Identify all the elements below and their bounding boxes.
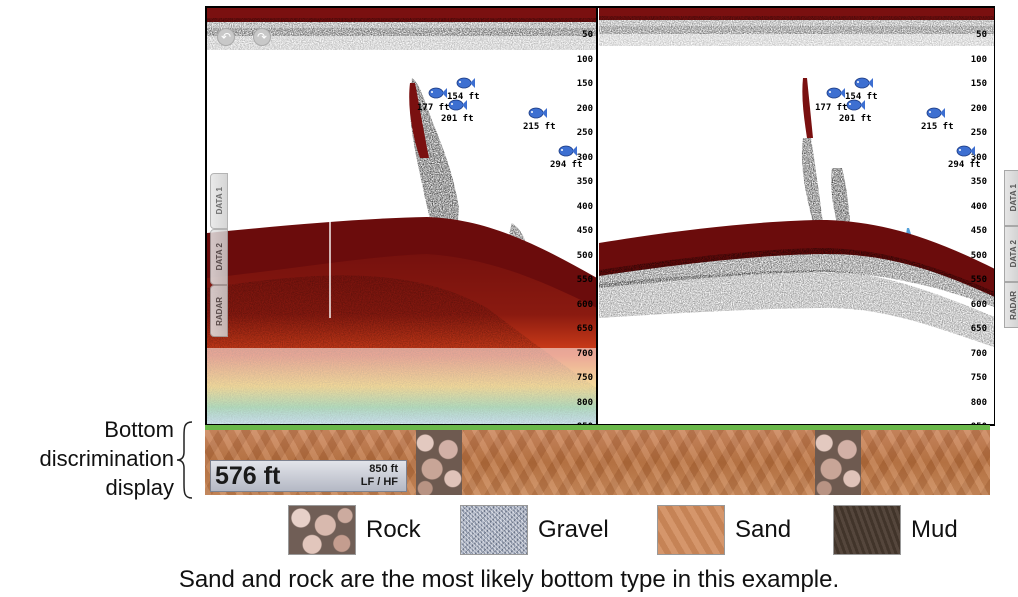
depth-scale-label: 550 — [970, 275, 987, 285]
callout-brace — [176, 421, 193, 499]
tab-label: DATA 2 — [1008, 240, 1018, 268]
depth-scale-label: 200 — [970, 103, 987, 114]
tab-label: DATA 2 — [214, 243, 224, 271]
depth-scale-label: 700 — [970, 348, 987, 359]
legend-label: Mud — [911, 516, 958, 543]
tab-radar-left[interactable]: RADAR — [210, 285, 228, 337]
caption: Sand and rock are the most likely bottom… — [178, 566, 840, 593]
tab-data-1-left[interactable]: DATA 1 — [210, 173, 228, 229]
depth-scale-label: 350 — [576, 177, 593, 187]
undo-button[interactable]: ↶ — [217, 28, 235, 46]
echo-sounder-display: 50 100 150 200 250 300 350 400 450 500 550 600 650 70… — [205, 6, 995, 426]
depth-scale-label: 250 — [576, 128, 593, 138]
depth-range: 850 ft — [369, 463, 398, 475]
legend-item-sand: Sand — [657, 505, 791, 555]
fish-depth-tag: 215 ft — [921, 122, 954, 132]
fish-icon — [854, 77, 873, 89]
tab-label: DATA 1 — [1008, 184, 1018, 212]
depth-scale-label: 750 — [576, 373, 593, 383]
depth-scale-label: 500 — [576, 250, 593, 261]
tab-label: RADAR — [1008, 290, 1018, 320]
bottom-discrimination-strip: 576 ft 850 ft LF / HF — [205, 430, 990, 495]
depth-scale-label: 450 — [970, 226, 987, 236]
depth-scale-label: 200 — [576, 103, 593, 114]
depth-scale-label: 600 — [970, 299, 987, 310]
legend-item-mud: Mud — [833, 505, 958, 555]
depth-value: 576 ft — [215, 462, 281, 490]
undo-icon: ↶ — [220, 30, 232, 44]
depth-scale-label: 500 — [970, 250, 987, 261]
fish-depth-tag: 201 ft — [441, 114, 474, 124]
depth-scale-label: 400 — [576, 201, 593, 212]
depth-scale-label: 100 — [576, 54, 593, 65]
depth-scale-label: 800 — [970, 397, 987, 408]
fish-icon — [846, 99, 865, 111]
tab-label: RADAR — [214, 296, 224, 326]
fish-depth-tag: 294 ft — [948, 160, 981, 170]
depth-scale-label: 250 — [970, 128, 987, 138]
legend-item-rock: Rock — [288, 505, 421, 555]
sand-swatch — [657, 505, 725, 555]
tab-radar[interactable]: RADAR — [1004, 282, 1018, 328]
fish-icon — [428, 87, 447, 99]
tab-data-1[interactable]: DATA 1 — [1004, 170, 1018, 226]
depth-scale-label: 700 — [576, 348, 593, 359]
depth-readout-box: 576 ft 850 ft LF / HF — [210, 460, 407, 492]
tab-data-2[interactable]: DATA 2 — [1004, 226, 1018, 282]
fish-depth-tag: 215 ft — [523, 122, 556, 132]
lf-panel — [207, 8, 597, 424]
depth-scale-label: 350 — [970, 177, 987, 187]
legend-label: Rock — [366, 516, 421, 543]
tab-label: DATA 1 — [214, 187, 224, 215]
depth-scale-label: 400 — [970, 201, 987, 212]
redo-button[interactable]: ↷ — [253, 28, 271, 46]
depth-scale-label: 650 — [970, 324, 987, 334]
depth-scale-label: 50 — [976, 30, 987, 40]
fish-icon — [528, 107, 547, 119]
redo-icon: ↷ — [256, 30, 268, 44]
depth-scale-label: 750 — [970, 373, 987, 383]
depth-scale-label: 650 — [576, 324, 593, 334]
rock-swatch — [288, 505, 356, 555]
fish-icon — [926, 107, 945, 119]
gravel-swatch — [460, 505, 528, 555]
depth-scale-label: 600 — [576, 299, 593, 310]
echo-image — [207, 8, 995, 424]
fish-depth-tag: 177 ft — [815, 103, 848, 113]
mud-swatch — [833, 505, 901, 555]
callout-label: Bottom discrimination display — [0, 415, 175, 502]
fish-depth-tag: 177 ft — [417, 103, 450, 113]
fish-depth-tag: 201 ft — [839, 114, 872, 124]
rock-patch-hf — [815, 430, 861, 495]
fish-icon — [558, 145, 577, 157]
depth-scale-label: 800 — [576, 397, 593, 408]
depth-scale-label: 150 — [970, 79, 987, 89]
legend-label: Sand — [735, 516, 792, 543]
depth-scale-label: 150 — [576, 79, 593, 89]
fish-icon — [826, 87, 845, 99]
depth-scale-label: 550 — [576, 275, 593, 285]
fish-icon — [448, 99, 467, 111]
callout-line: discrimination — [39, 446, 175, 471]
depth-scale-label: 50 — [582, 30, 593, 40]
fish-icon — [956, 145, 975, 157]
hf-panel — [599, 8, 995, 348]
tab-data-2-left[interactable]: DATA 2 — [210, 229, 228, 285]
bottom-type-legend: Rock Gravel Sand Mud — [288, 505, 988, 555]
callout-line: Bottom — [104, 417, 174, 442]
fish-depth-tag: 294 ft — [550, 160, 583, 170]
legend-label: Gravel — [538, 516, 609, 543]
depth-scale-label: 100 — [970, 54, 987, 65]
rock-patch-lf — [416, 430, 462, 495]
depth-scale-label: 450 — [576, 226, 593, 236]
callout-line: display — [105, 475, 174, 500]
fish-icon — [456, 77, 475, 89]
legend-item-gravel: Gravel — [460, 505, 609, 555]
frequency-mode: LF / HF — [360, 476, 398, 488]
